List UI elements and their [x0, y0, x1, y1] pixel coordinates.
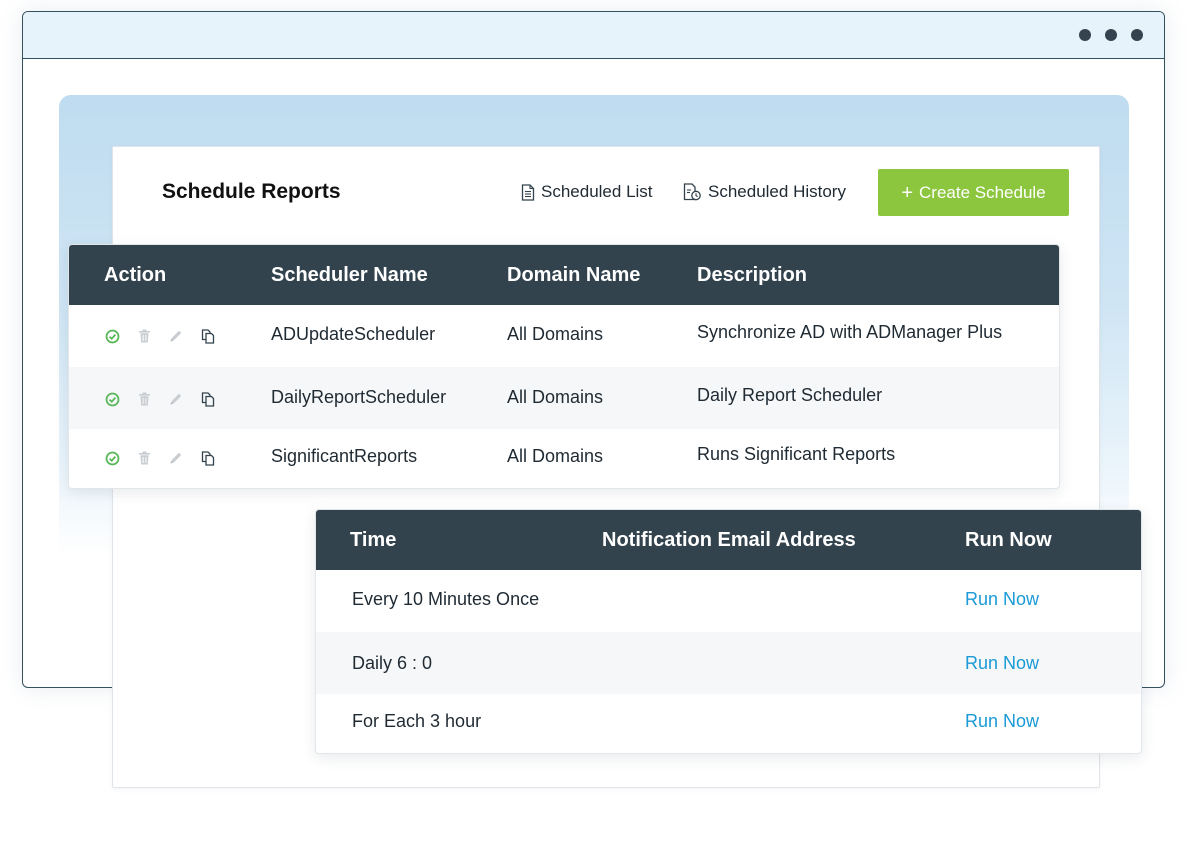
header-notification-email[interactable]: Notification Email Address — [602, 529, 856, 552]
run-now-link[interactable]: Run Now — [965, 653, 1039, 674]
table-row: For Each 3 hour Run Now — [316, 694, 1141, 753]
pencil-icon[interactable] — [168, 391, 184, 407]
scheduler-table-header: Action Scheduler Name Domain Name Descri… — [69, 245, 1059, 305]
header-description[interactable]: Description — [697, 264, 807, 287]
trash-icon[interactable] — [136, 450, 152, 466]
pencil-icon[interactable] — [168, 450, 184, 466]
run-schedule-table: Time Notification Email Address Run Now … — [315, 509, 1142, 754]
dot-icon — [1079, 29, 1091, 41]
scheduled-list-label: Scheduled List — [541, 182, 653, 201]
enable-check-icon[interactable] — [104, 391, 120, 407]
scheduler-name: SignificantReports — [271, 446, 418, 466]
header-time[interactable]: Time — [350, 529, 396, 552]
trash-icon[interactable] — [136, 328, 152, 344]
domain-name: All Domains — [507, 387, 604, 407]
description: Synchronize AD with ADManager Plus — [697, 322, 1003, 342]
document-icon — [521, 183, 535, 201]
header-run-now: Run Now — [965, 529, 1052, 551]
plus-icon: + — [901, 181, 914, 204]
run-table-header: Time Notification Email Address Run Now — [316, 510, 1141, 570]
header-scheduler-name[interactable]: Scheduler Name — [271, 264, 428, 287]
schedule-time: Every 10 Minutes Once — [352, 589, 540, 609]
table-row: Every 10 Minutes Once Run Now — [316, 570, 1141, 632]
trash-icon[interactable] — [136, 391, 152, 407]
schedule-time: Daily 6 : 0 — [352, 653, 433, 673]
page-title: Schedule Reports — [162, 180, 341, 203]
copy-icon[interactable] — [200, 328, 216, 344]
row-actions — [104, 391, 216, 407]
table-row: DailyReportScheduler All Domains Daily R… — [69, 367, 1059, 429]
scheduler-name: DailyReportScheduler — [271, 387, 447, 407]
copy-icon[interactable] — [200, 391, 216, 407]
pencil-icon[interactable] — [168, 328, 184, 344]
domain-name: All Domains — [507, 324, 604, 344]
scheduler-name: ADUpdateScheduler — [271, 324, 436, 344]
table-row: Daily 6 : 0 Run Now — [316, 632, 1141, 694]
scheduled-history-label: Scheduled History — [708, 182, 846, 201]
schedule-time: For Each 3 hour — [352, 711, 482, 731]
scheduler-table: Action Scheduler Name Domain Name Descri… — [68, 244, 1060, 489]
enable-check-icon[interactable] — [104, 328, 120, 344]
enable-check-icon[interactable] — [104, 450, 120, 466]
table-row: ADUpdateScheduler All Domains Synchroniz… — [69, 305, 1059, 367]
description: Daily Report Scheduler — [697, 385, 883, 405]
row-actions — [104, 450, 216, 466]
create-schedule-label: Create Schedule — [919, 182, 1046, 202]
run-now-link[interactable]: Run Now — [965, 589, 1039, 610]
history-document-icon — [683, 183, 701, 201]
header-action: Action — [104, 264, 167, 286]
table-row: SignificantReports All Domains Runs Sign… — [69, 429, 1059, 488]
dot-icon — [1105, 29, 1117, 41]
header-domain-name[interactable]: Domain Name — [507, 264, 640, 287]
description: Runs Significant Reports — [697, 444, 896, 464]
scheduled-history-link[interactable]: Scheduled History — [683, 182, 846, 202]
copy-icon[interactable] — [200, 450, 216, 466]
browser-title-bar — [23, 12, 1164, 59]
dot-icon — [1131, 29, 1143, 41]
scheduled-list-link[interactable]: Scheduled List — [521, 182, 653, 202]
create-schedule-button[interactable]: + Create Schedule — [878, 169, 1069, 216]
row-actions — [104, 328, 216, 344]
domain-name: All Domains — [507, 446, 604, 466]
run-now-link[interactable]: Run Now — [965, 711, 1039, 732]
window-menu-dots[interactable] — [1079, 29, 1143, 41]
